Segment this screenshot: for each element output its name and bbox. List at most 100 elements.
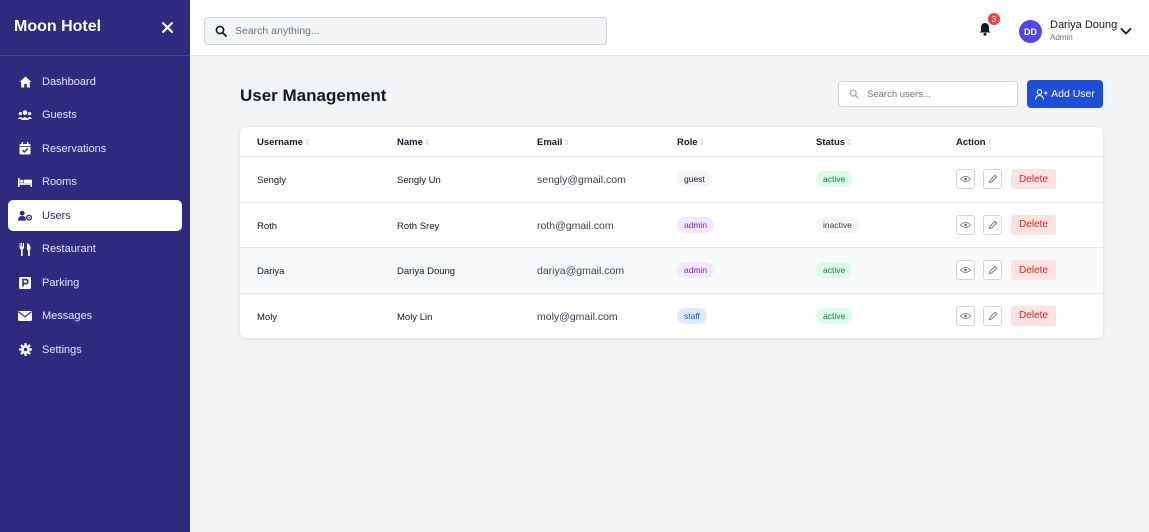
add-user-button[interactable]: Add User [1027,80,1103,108]
column-header-name[interactable]: Name⇕ [397,137,431,148]
name-cell: Roth Srey [397,220,440,232]
edit-button[interactable] [983,169,1002,189]
sidebar-item-label: Parking [42,276,80,289]
search-input[interactable] [235,25,575,37]
sidebar-item-users[interactable]: Users [8,200,182,231]
sort-icon: ⇕ [846,138,853,147]
utensils-icon [18,242,32,256]
sidebar-item-rooms[interactable]: Rooms [8,167,182,198]
edit-button[interactable] [983,305,1002,326]
search-icon [215,25,227,37]
username-cell: Sengly [257,175,287,186]
status-badge: active [816,262,853,278]
table-row: Moly Moly Lin moly@gmail.com staff activ… [240,294,1103,339]
sidebar-item-guests[interactable]: Guests [8,100,182,131]
username-cell: Dariya [257,266,285,277]
top-bar: 3 DD Dariya Doung Admin [190,0,1149,56]
sidebar-item-label: Settings [42,343,82,356]
brand-name: Moon Hotel [14,18,102,35]
calendar-check-icon [18,142,32,156]
sidebar: Moon Hotel Dashboard Guests Reservations… [0,0,190,532]
status-badge: inactive [816,216,859,233]
user-role: Admin [1050,33,1073,42]
table-row: Sengly Sengly Un sengly@gmail.com guest … [240,157,1103,203]
column-header-role[interactable]: Role⇕ [677,137,705,148]
username-cell: Moly [257,311,278,323]
close-sidebar-button[interactable] [156,16,178,38]
edit-button[interactable] [983,260,1002,280]
username-cell: Roth [257,220,278,232]
sidebar-header: Moon Hotel [0,0,190,56]
sidebar-item-label: Reservations [42,142,107,155]
user-name[interactable]: Dariya Doung [1050,19,1117,31]
role-badge: admin [677,216,715,233]
delete-button[interactable]: Delete [1011,260,1056,280]
sidebar-item-label: Users [42,209,71,222]
sidebar-item-label: Guests [42,109,77,121]
parking-icon [18,276,32,290]
sort-icon: ⇕ [986,138,994,147]
sidebar-item-label: Rooms [42,176,77,188]
home-icon [18,75,32,89]
delete-button[interactable]: Delete [1011,169,1056,189]
eye-icon [960,267,971,273]
user-search[interactable] [838,81,1018,107]
name-cell: Sengly Un [397,175,441,186]
sort-icon: ⇕ [303,138,311,147]
pencil-icon [988,174,997,184]
global-search[interactable] [204,17,607,45]
avatar[interactable]: DD [1019,20,1042,43]
pencil-icon [988,311,997,320]
view-button[interactable] [956,260,975,280]
chevron-down-icon[interactable] [1119,24,1133,38]
sidebar-item-messages[interactable]: Messages [8,301,182,332]
sidebar-item-dashboard[interactable]: Dashboard [8,66,182,97]
column-header-status[interactable]: Status⇕ [816,137,853,148]
gear-icon [18,343,32,357]
table-row: Dariya Dariya Doung dariya@gmail.com adm… [240,248,1103,294]
sidebar-item-settings[interactable]: Settings [8,334,182,365]
sort-icon: ⇕ [698,138,706,147]
bed-icon [18,175,32,189]
edit-button[interactable] [983,214,1002,235]
column-header-email[interactable]: Email⇕ [537,137,570,148]
delete-button[interactable]: Delete [1011,305,1056,326]
sort-icon: ⇕ [563,138,571,147]
pencil-icon [988,265,997,275]
sidebar-item-label: Messages [42,310,93,322]
close-icon [161,21,173,33]
sort-icon: ⇕ [423,138,431,147]
notification-badge: 3 [988,13,1000,25]
sidebar-nav: Dashboard Guests Reservations Rooms User… [8,66,182,368]
role-badge: staff [677,307,707,324]
email-cell: moly@gmail.com [537,310,618,323]
eye-icon [960,221,971,228]
column-header-action[interactable]: Action⇕ [956,137,993,148]
email-cell: sengly@gmail.com [537,174,626,186]
sidebar-item-parking[interactable]: Parking [8,267,182,298]
eye-icon [960,312,971,319]
users-group-icon [18,108,32,122]
name-cell: Moly Lin [397,311,433,323]
name-cell: Dariya Doung [397,266,456,277]
user-search-input[interactable] [867,88,1007,100]
table-row: Roth Roth Srey roth@gmail.com admin inac… [240,203,1103,248]
pencil-icon [988,220,997,229]
sidebar-item-reservations[interactable]: Reservations [8,133,182,164]
delete-button[interactable]: Delete [1011,214,1056,235]
status-badge: active [816,307,853,324]
view-button[interactable] [956,214,975,235]
column-header-username[interactable]: Username⇕ [257,137,311,148]
envelope-icon [18,309,32,323]
email-cell: roth@gmail.com [537,219,614,232]
users-table: Username⇕ Name⇕ Email⇕ Role⇕ Status⇕ Act… [240,127,1103,338]
view-button[interactable] [956,305,975,326]
sidebar-item-label: Restaurant [42,243,96,255]
eye-icon [960,176,971,182]
role-badge: guest [677,171,712,187]
sidebar-item-restaurant[interactable]: Restaurant [8,234,182,265]
role-badge: admin [677,262,715,278]
table-header: Username⇕ Name⇕ Email⇕ Role⇕ Status⇕ Act… [240,127,1103,157]
view-button[interactable] [956,169,975,189]
user-cog-icon [18,209,32,223]
